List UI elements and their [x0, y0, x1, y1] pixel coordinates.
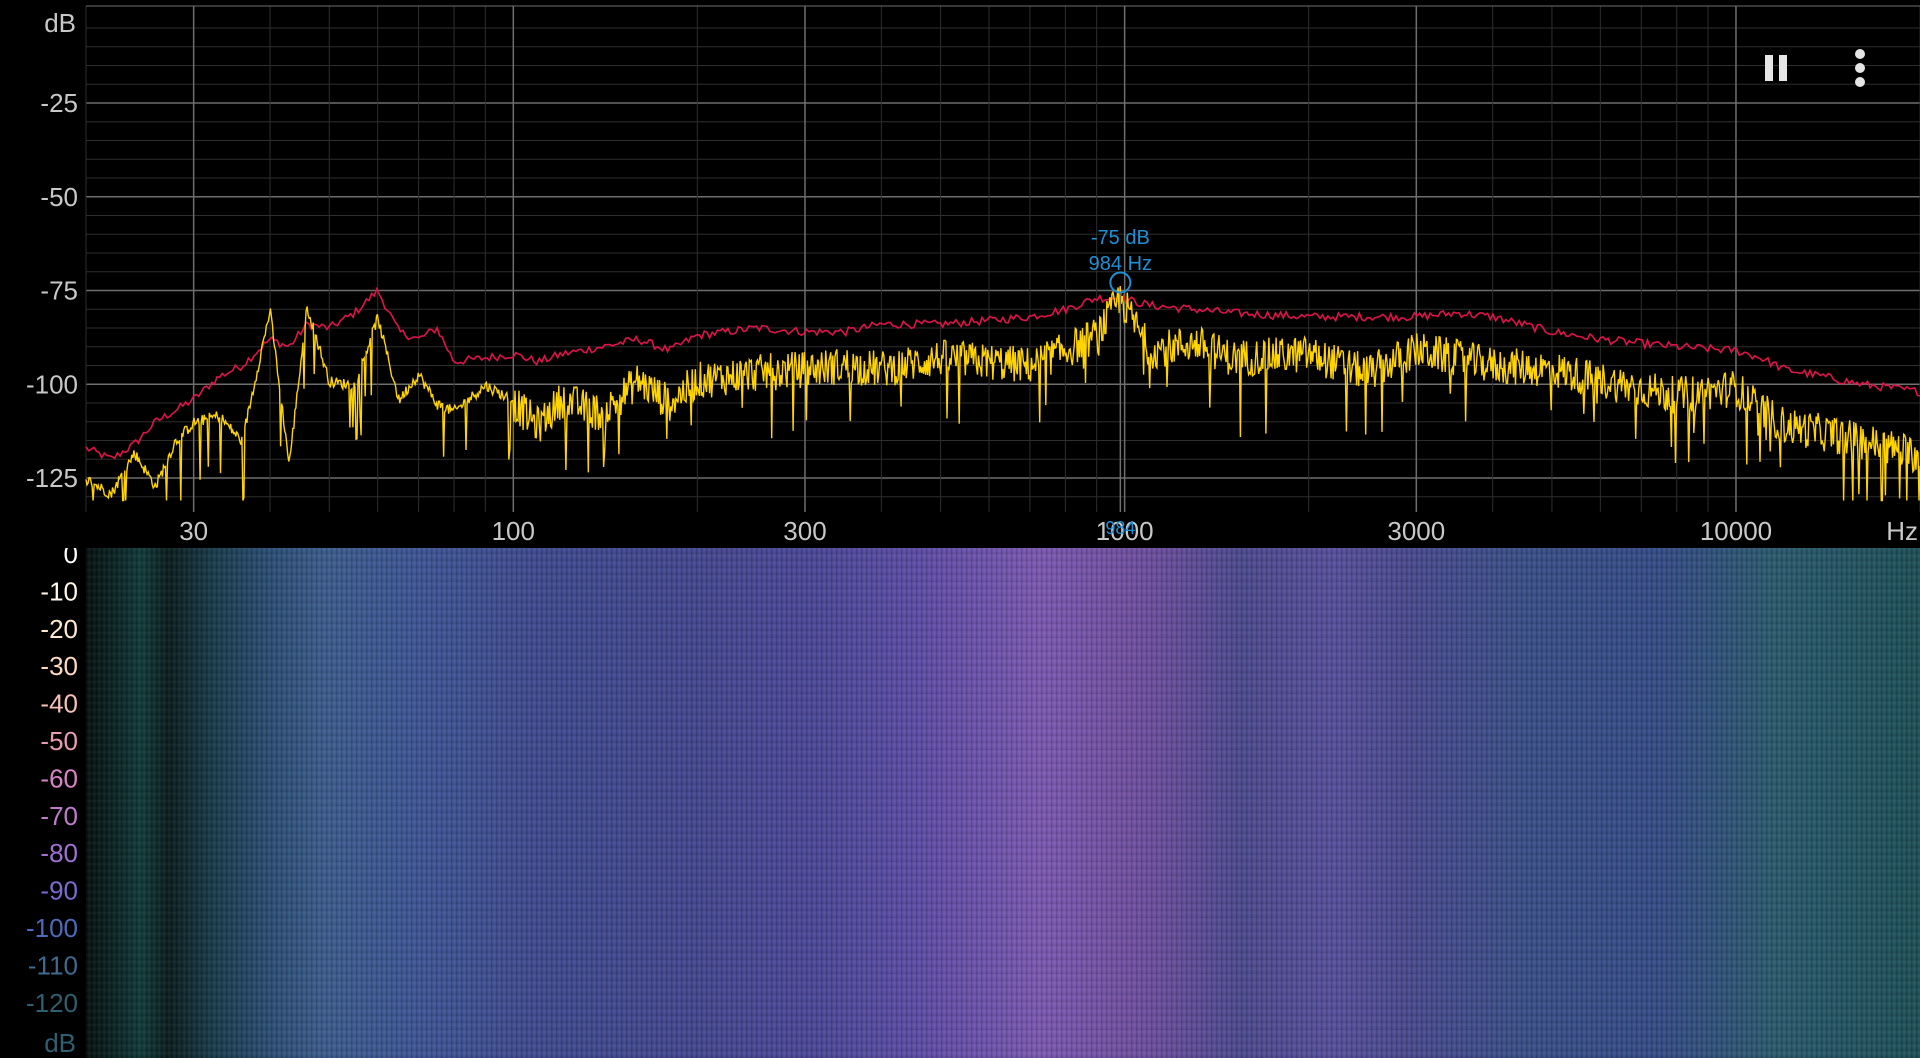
pause-button[interactable]: [1752, 44, 1800, 92]
x-tick-label: 300: [783, 516, 826, 546]
y-axis-ticks: -25 -50 -75 -100 -125: [26, 88, 78, 493]
spectrogram-scale-label: -90: [40, 876, 78, 906]
spectrogram-scale-label: -100: [26, 913, 78, 943]
x-tick-label: 10000: [1700, 516, 1772, 546]
y-tick-label: -50: [40, 182, 78, 212]
spectrogram-unit-label: dB: [44, 1028, 76, 1058]
spectrogram-scale: 0 -10 -20 -30 -40 -50 -60 -70 -80 -90 -100 -110 -120…: [26, 548, 78, 1058]
y-tick-label: -100: [26, 369, 78, 399]
more-vert-icon: [1855, 49, 1865, 87]
spectrogram-scale-label: -10: [40, 576, 78, 606]
cursor-db-label: -75 dB: [1091, 227, 1150, 249]
x-unit-label: Hz: [1886, 516, 1918, 546]
x-tick-label: 30: [179, 516, 208, 546]
spectrogram-db-scale: 0 -10 -20 -30 -40 -50 -60 -70 -80 -90 -100 -110 -120: [26, 548, 78, 1018]
pause-icon: [1765, 55, 1787, 81]
cursor-hz-label: 984 Hz: [1089, 253, 1152, 275]
spectrum-grid: [85, 5, 1920, 512]
spectrogram-scale-label: -40: [40, 689, 78, 719]
spectrogram-scale-label: -110: [28, 950, 78, 980]
cursor-axis-marker: 984: [1105, 518, 1135, 538]
peak-cursor[interactable]: -75 dB 984 Hz 984: [1089, 227, 1152, 538]
x-axis-ticks: 30 100 300 1000 3000 10000: [179, 516, 1772, 546]
spectrogram-scale-label: 0: [64, 548, 78, 569]
y-tick-label: -25: [40, 88, 78, 118]
spectrogram-scale-label: -60: [40, 763, 78, 793]
more-options-button[interactable]: [1836, 44, 1884, 92]
spectrogram-scale-label: -80: [40, 838, 78, 868]
y-tick-label: -125: [26, 463, 78, 493]
x-tick-label: 100: [492, 516, 535, 546]
spectrogram-scale-label: -30: [40, 651, 78, 681]
y-tick-label: -75: [40, 276, 78, 306]
spectrogram-scale-label: -50: [40, 726, 78, 756]
spectrum-series: [85, 285, 1920, 502]
y-unit-label: dB: [44, 8, 76, 38]
x-tick-label: 3000: [1387, 516, 1445, 546]
spectrogram-scale-label: -120: [26, 988, 78, 1018]
spectrum-chart[interactable]: -25-50-75-100-125 30 100 300 1000 3000 10000 …: [0, 0, 1920, 548]
spectrogram-scale-label: -70: [40, 801, 78, 831]
spectrogram-scale-label: -20: [40, 614, 78, 644]
